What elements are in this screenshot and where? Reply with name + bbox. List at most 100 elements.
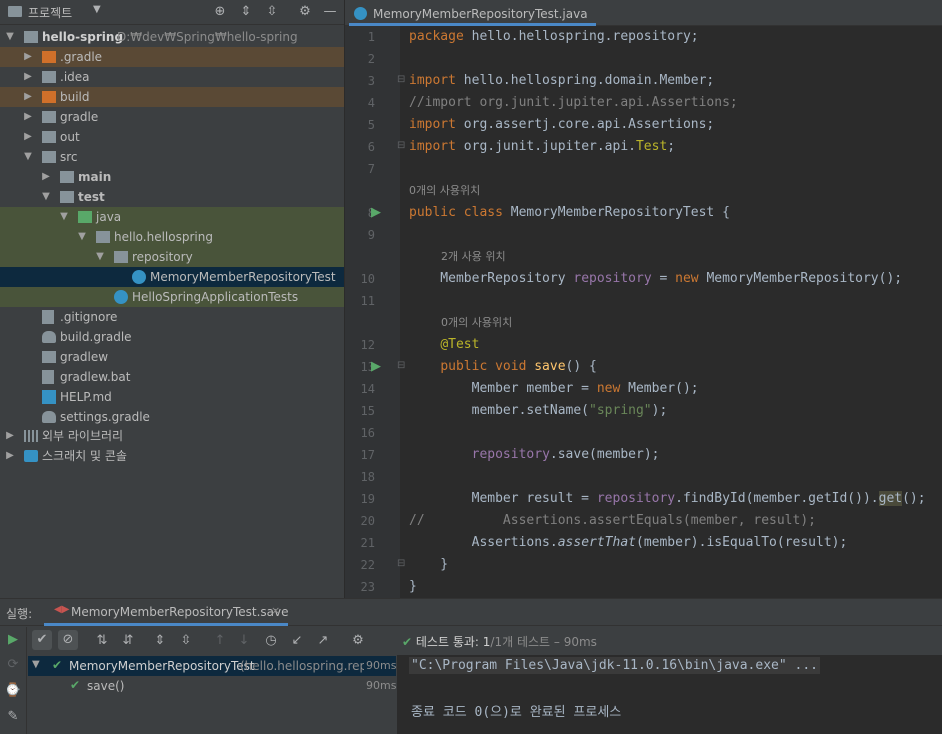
chevron-down-icon[interactable]: ▼ <box>32 659 40 670</box>
expand-all-icon[interactable]: ⇕ <box>236 2 256 22</box>
run-test-gutter-icon[interactable]: ▶ <box>371 359 381 374</box>
chevron-right-icon[interactable]: ▶ <box>22 87 34 107</box>
tree-item-gradlew[interactable]: gradlew <box>0 347 344 367</box>
run-config-tab[interactable]: MemoryMemberRepositoryTest.save <box>71 605 289 619</box>
chevron-right-icon[interactable]: ▶ <box>22 107 34 127</box>
line-number: 3 <box>367 74 375 88</box>
gear-icon[interactable]: ⚙ <box>295 2 315 22</box>
hide-icon[interactable]: — <box>320 2 340 22</box>
status-prefix: 테스트 통과: <box>415 635 479 649</box>
tree-item-external-libraries[interactable]: ▶ 외부 라이브러리 <box>0 426 344 446</box>
sort-alpha-icon[interactable]: ⇅ <box>92 631 112 651</box>
chevron-down-icon[interactable]: ▼ <box>22 147 34 167</box>
chevron-right-icon[interactable]: ▶ <box>4 446 16 466</box>
line-number: 10 <box>360 272 375 286</box>
tree-item-build[interactable]: ▶ build <box>0 87 344 107</box>
chevron-down-icon[interactable]: ▼ <box>94 247 106 267</box>
usage-hint[interactable]: 0개의 사용위치 <box>409 180 480 202</box>
tree-root-hello-spring[interactable]: ▼ hello-spring D:₩dev₩Spring₩hello-sprin… <box>0 27 344 47</box>
tree-item-out[interactable]: ▶ out <box>0 127 344 147</box>
tree-item-java[interactable]: ▼ java <box>0 207 344 227</box>
chevron-right-icon[interactable]: ▶ <box>40 167 52 187</box>
chevron-right-icon[interactable]: ▶ <box>22 127 34 147</box>
test-result-row[interactable]: ✔ save() 90ms <box>28 676 396 696</box>
locate-icon[interactable]: ⊕ <box>210 2 230 22</box>
console-output[interactable]: "C:\Program Files\Java\jdk-11.0.16\bin\j… <box>397 655 942 734</box>
collapse-all-icon[interactable]: ⇳ <box>262 2 282 22</box>
tree-item-gradle[interactable]: ▶ gradle <box>0 107 344 127</box>
test-result-row[interactable]: ▼ ✔ MemoryMemberRepositoryTest (hello.he… <box>28 656 396 676</box>
chevron-down-icon[interactable]: ▼ <box>58 207 70 227</box>
show-ignored-icon[interactable]: ⊘ <box>58 630 78 650</box>
tree-item-scratches[interactable]: ▶ 스크래치 및 콘솔 <box>0 446 344 466</box>
test-result-package: (hello.hellospring.repos <box>240 659 364 673</box>
rerun-icon[interactable]: ▶ <box>3 630 23 650</box>
wrench-icon[interactable]: ✎ <box>3 707 23 727</box>
tree-item-repository[interactable]: ▼ repository <box>0 247 344 267</box>
next-icon[interactable]: ↓ <box>234 631 254 651</box>
chevron-right-icon[interactable]: ▶ <box>22 47 34 67</box>
show-passed-icon[interactable]: ✔ <box>32 630 52 650</box>
markdown-file-icon <box>42 390 56 404</box>
tree-item-gitignore[interactable]: .gitignore <box>0 307 344 327</box>
tree-item-main[interactable]: ▶ main <box>0 167 344 187</box>
debug-icon[interactable]: ⟳ <box>3 655 23 675</box>
tree-item-gradlew-bat[interactable]: gradlew.bat <box>0 367 344 387</box>
tree-item-help-md[interactable]: HELP.md <box>0 387 344 407</box>
line-number: 23 <box>360 580 375 594</box>
check-icon: ✔ <box>402 635 413 649</box>
run-config-icon: ◀▶ <box>54 604 70 615</box>
folder-icon <box>42 131 56 143</box>
chevron-down-icon[interactable]: ▼ <box>40 187 52 207</box>
expand-all-icon[interactable]: ⇕ <box>150 631 170 651</box>
fold-icon[interactable]: ⊟ <box>397 140 405 151</box>
shell-file-icon <box>42 351 56 363</box>
tree-item-hello-spring-application-tests[interactable]: HelloSpringApplicationTests <box>0 287 344 307</box>
library-icon <box>24 430 38 442</box>
import-icon[interactable]: ↙ <box>287 631 307 651</box>
usage-hint[interactable]: 0개의 사용위치 <box>441 312 512 334</box>
tree-item-label: main <box>78 170 112 184</box>
chevron-down-icon[interactable]: ▼ <box>76 227 88 247</box>
line-number: 15 <box>360 404 375 418</box>
camera-icon[interactable]: ⌚ <box>3 681 23 701</box>
tree-item-settings-gradle[interactable]: settings.gradle <box>0 407 344 427</box>
chevron-right-icon[interactable]: ▶ <box>4 426 16 446</box>
tree-item-build-gradle[interactable]: build.gradle <box>0 327 344 347</box>
gear-icon[interactable]: ⚙ <box>348 631 368 651</box>
tree-item-gradle-dir[interactable]: ▶ .gradle <box>0 47 344 67</box>
console-exit-line: 종료 코드 0(으)로 완료된 프로세스 <box>411 705 622 720</box>
line-number: 16 <box>360 426 375 440</box>
fold-icon[interactable]: ⊟ <box>397 74 405 85</box>
line-number: 2 <box>367 52 375 66</box>
chevron-down-icon[interactable]: ▼ <box>4 27 16 47</box>
project-panel-title[interactable]: 프로젝트 <box>28 4 72 21</box>
usage-hint[interactable]: 2개 사용 위치 <box>441 246 506 268</box>
scratches-icon <box>24 450 38 462</box>
editor-tab[interactable]: MemoryMemberRepositoryTest.java <box>349 0 596 26</box>
code-line-20: // Assertions.assertEquals(member, resul… <box>409 513 816 528</box>
history-icon[interactable]: ◷ <box>261 631 281 651</box>
export-icon[interactable]: ↗ <box>313 631 333 651</box>
tree-item-idea[interactable]: ▶ .idea <box>0 67 344 87</box>
fold-icon[interactable]: ⊟ <box>397 360 405 371</box>
project-panel-header: 프로젝트 ▼ ⊕ ⇕ ⇳ ⚙ — <box>0 0 344 25</box>
tree-item-memory-member-repository-test[interactable]: MemoryMemberRepositoryTest <box>0 267 344 287</box>
fold-icon[interactable]: ⊟ <box>397 558 405 569</box>
collapse-all-icon[interactable]: ⇳ <box>176 631 196 651</box>
run-title-bar: 실행: ◀▶ MemoryMemberRepositoryTest.save × <box>0 599 942 626</box>
sort-duration-icon[interactable]: ⇵ <box>118 631 138 651</box>
tree-item-label: gradlew.bat <box>60 370 131 384</box>
tree-item-src[interactable]: ▼ src <box>0 147 344 167</box>
package-icon <box>114 251 128 263</box>
run-test-gutter-icon[interactable]: ▶ <box>371 205 381 220</box>
tree-item-hello-hellospring[interactable]: ▼ hello.hellospring <box>0 227 344 247</box>
test-root-folder-icon <box>78 211 92 223</box>
chevron-right-icon[interactable]: ▶ <box>22 67 34 87</box>
chevron-down-icon[interactable]: ▼ <box>93 4 101 15</box>
previous-icon[interactable]: ↑ <box>210 631 230 651</box>
tree-item-test[interactable]: ▼ test <box>0 187 344 207</box>
project-folder-icon <box>8 6 22 17</box>
close-icon[interactable]: × <box>271 604 280 617</box>
text-file-icon <box>42 370 54 384</box>
